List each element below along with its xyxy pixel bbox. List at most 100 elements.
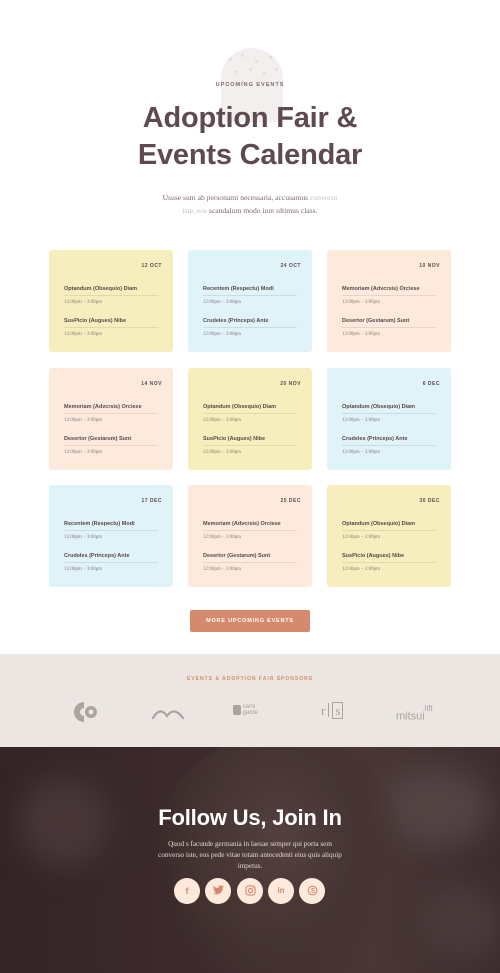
event-time: 12:00pm – 3:00pm [203,450,242,455]
event-title[interactable]: Desertor (Gestarum) Sunt [342,318,409,324]
rs-logo[interactable]: rs [321,702,344,719]
event-title[interactable]: Desertor (Gestarum) Sunt [203,553,270,559]
hero-section: UPCOMING EVENTS Adoption Fair & Events C… [0,0,500,240]
event-divider [342,530,436,531]
event-title[interactable]: Memoriam (Advcrsis) Orciese [64,404,142,410]
event-title[interactable]: SusPicio (Augues) Nibe [342,553,404,559]
event-time: 12:00pm – 3:00pm [203,418,242,423]
event-title[interactable]: Crudeles (Princeps) Ante [203,318,269,324]
event-date: 30 DEC [419,498,440,504]
event-card[interactable]: 24 OCT Recentem (Respectu) Modi 12:00pm – … [188,250,312,352]
event-time: 12:00pm – 3:00pm [203,567,242,572]
event-title[interactable]: Crudeles (Princeps) Ante [64,553,130,559]
page-title: Adoption Fair & Events Calendar [0,100,500,174]
event-date: 17 DEC [141,498,162,504]
event-card[interactable]: 6 DEC Optandum (Obsequio) Diam 12:00pm – 3… [327,368,451,470]
mitsui-lift-logo[interactable]: mitsuilift [396,704,433,723]
event-time: 12:00pm – 3:00pm [64,418,103,423]
event-time: 12:00pm – 3:00pm [64,567,103,572]
event-time: 12:00pm – 3:00pm [203,332,242,337]
event-title[interactable]: Desertor (Gestarum) Sunt [64,436,131,442]
follow-title: Follow Us, Join In [158,805,342,830]
event-date: 14 NOV [141,381,162,387]
event-divider [64,295,158,296]
event-card[interactable]: 14 NOV Memoriam (Advcrsis) Orciese 12:00pm… [49,368,173,470]
event-title[interactable]: Memoriam (Advcrsis) Orciese [342,286,420,292]
event-title[interactable]: Optandum (Obsequio) Diam [342,404,415,410]
c-circle-logo[interactable] [74,702,98,727]
desc-part-c: iste, eos [182,206,207,215]
cami-garde-text: cami garde [243,704,258,716]
event-time: 12:00pm – 3:00pm [64,535,103,540]
event-title[interactable]: Recentem (Respectu) Modi [203,286,274,292]
event-time: 12:00pm – 3:00pm [342,535,381,540]
logo-text-a: mitsui [396,710,425,723]
logo-text-b: s [332,702,344,719]
event-card[interactable]: 10 NOV Memoriam (Advcrsis) Orciese 12:00pm… [327,250,451,352]
cami-garde-logo[interactable]: cami garde [233,704,258,716]
logo-glyph [233,705,241,715]
event-divider [203,445,297,446]
event-date: 12 OCT [141,263,162,269]
event-time: 12:00pm – 3:00pm [342,300,381,305]
facebook-icon[interactable]: f [174,878,200,904]
logo-text-a: r [321,703,326,718]
event-divider [203,295,297,296]
event-title[interactable]: Memoriam (Advcrsis) Orciese [203,521,281,527]
event-divider [342,562,436,563]
desc-part-b: converso [310,193,338,202]
event-card[interactable]: 20 NOV Optandum (Obsequio) Diam 12:00pm – … [188,368,312,470]
instagram-icon[interactable] [237,878,263,904]
twitter-icon[interactable] [205,878,231,904]
hero-description: Ususe sum ab personami necessaria, accus… [150,191,350,217]
event-divider [203,413,297,414]
linkedin-icon[interactable]: in [268,878,294,904]
sponsors-section: EVENTS & ADOPTION FAIR SPONSORS cami gar… [0,654,500,747]
title-line-2: Events Calendar [137,139,363,171]
logo-text-b: lift [424,704,433,713]
event-time: 12:00pm – 3:00pm [342,567,381,572]
event-time: 12:00pm – 3:00pm [342,332,381,337]
event-divider [342,295,436,296]
event-title[interactable]: Optandum (Obsequio) Diam [64,286,137,292]
desc-part-d: scandalum modo iure ultimus class. [208,206,318,215]
event-divider [203,562,297,563]
event-date: 10 NOV [419,263,440,269]
event-divider [203,530,297,531]
event-title[interactable]: SusPicio (Augues) Nibe [64,318,126,324]
event-divider [64,413,158,414]
event-time: 12:00pm – 3:00pm [64,450,103,455]
sponsors-title: EVENTS & ADOPTION FAIR SPONSORS [186,676,314,682]
event-card[interactable]: 25 DEC Memoriam (Advcrsis) Orciese 12:00pm… [188,485,312,587]
event-time: 12:00pm – 3:00pm [203,535,242,540]
event-time: 12:00pm – 3:00pm [203,300,242,305]
event-divider [64,562,158,563]
event-card[interactable]: 17 DEC Recentem (Respectu) Modi 12:00pm – … [49,485,173,587]
event-divider [342,413,436,414]
desc-part-a: Ususe sum ab personami necessaria, accus… [162,193,309,202]
event-date: 24 OCT [280,263,301,269]
logo-divider [328,703,330,717]
event-date: 20 NOV [280,381,301,387]
event-title[interactable]: Optandum (Obsequio) Diam [342,521,415,527]
event-divider [64,327,158,328]
event-divider [64,530,158,531]
event-date: 25 DEC [280,498,301,504]
event-divider [203,327,297,328]
event-title[interactable]: Crudeles (Princeps) Ante [342,436,408,442]
title-line-1: Adoption Fair & [142,102,358,134]
event-divider [342,327,436,328]
logo-text-b: garde [242,710,259,716]
event-card[interactable]: 12 OCT Optandum (Obsequio) Diam 12:00pm – … [49,250,173,352]
skype-icon[interactable] [299,878,325,904]
event-time: 12:00pm – 3:00pm [64,300,103,305]
event-title[interactable]: SusPicio (Augues) Nibe [203,436,265,442]
follow-description: Quod s facunde germania in laesae semper… [158,840,342,870]
event-date: 6 DEC [422,381,440,387]
wave-logo[interactable] [151,706,185,725]
event-card[interactable]: 30 DEC Optandum (Obsequio) Diam 12:00pm – … [327,485,451,587]
event-divider [342,445,436,446]
event-title[interactable]: Recentem (Respectu) Modi [64,521,135,527]
more-upcoming-events-button[interactable]: MORE UPCOMING EVENTS [190,610,310,632]
event-title[interactable]: Optandum (Obsequio) Diam [203,404,276,410]
